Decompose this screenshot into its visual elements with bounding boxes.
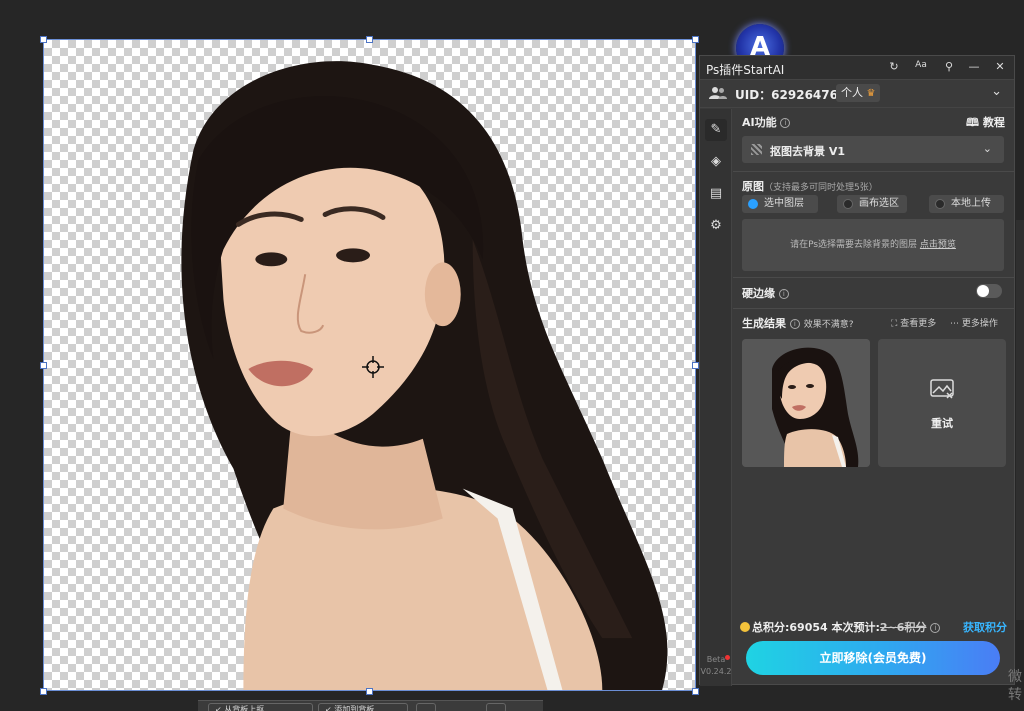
uid-text: UID：629264764 (735, 88, 847, 102)
update-dot-icon (725, 655, 730, 660)
divider (733, 171, 1014, 172)
estimate-value: 2~6积分 (879, 621, 927, 634)
source-row: 原图（支持最多可同时处理5张） (742, 178, 878, 194)
view-more-link[interactable]: ⛶ 查看更多 (891, 316, 936, 329)
source-option-canvas-selection[interactable]: 画布选区 (837, 195, 907, 213)
source-option-label: 本地上传 (951, 198, 991, 209)
results-feedback[interactable]: 效果不满意? (804, 320, 854, 330)
transform-handle-bm[interactable] (366, 688, 373, 695)
edit-icon[interactable]: ✎ (705, 119, 727, 141)
result-thumbnail[interactable] (742, 339, 870, 467)
transform-handle-br[interactable] (692, 688, 699, 695)
contextual-task-bar: ↙ 从背板上抠 ↙ 添加到背板 (198, 700, 543, 711)
account-type-badge[interactable]: 个人 ♛ (836, 84, 881, 102)
ellipsis-icon: ⋯ (950, 319, 959, 329)
crown-icon: ♛ (866, 88, 876, 99)
transform-handle-tm[interactable] (366, 36, 373, 43)
info-icon[interactable]: i (778, 289, 789, 299)
ai-function-label: AI功能 (742, 116, 777, 129)
radio-checked-icon (748, 199, 758, 209)
info-icon[interactable]: i (930, 623, 941, 633)
close-icon[interactable]: ✕ (992, 60, 1008, 73)
hard-edge-label: 硬边缘 (742, 287, 775, 300)
info-icon[interactable]: i (789, 319, 800, 329)
source-option-local-upload[interactable]: 本地上传 (929, 195, 1004, 213)
coin-icon (740, 622, 750, 632)
document-canvas[interactable] (43, 39, 696, 691)
radio-icon (935, 199, 945, 209)
source-option-selected-layer[interactable]: 选中图层 (742, 195, 818, 213)
chevron-down-icon[interactable]: ⌄ (991, 84, 1002, 99)
total-points: 总积分:69054 (752, 621, 828, 634)
divider (733, 308, 1014, 309)
source-hint-box: 请在Ps选择需要去除背景的图层 点击预览 (742, 219, 1004, 271)
context-button-2[interactable]: ↙ 添加到背板 (318, 703, 408, 711)
context-button-4[interactable] (486, 703, 506, 711)
results-label: 生成结果 (742, 317, 786, 330)
divider (733, 277, 1014, 278)
account-type-label: 个人 (841, 86, 863, 99)
font-size-icon[interactable]: Aa (913, 60, 929, 70)
function-select-value: 抠图去背景 V1 (770, 145, 845, 158)
tutorial-label: 教程 (982, 116, 1005, 129)
settings-gear-icon[interactable]: ⚙ (705, 215, 727, 237)
view-more-label: 查看更多 (900, 319, 937, 329)
chevron-down-icon: ⌄ (982, 142, 992, 155)
refresh-icon[interactable]: ↻ (886, 60, 902, 73)
panel-title: Ps插件StartAI (706, 63, 785, 77)
transform-handle-tr[interactable] (692, 36, 699, 43)
users-icon (709, 87, 727, 99)
remove-now-button[interactable]: 立即移除(会员免费) (746, 641, 1000, 675)
preview-link[interactable]: 点击预览 (920, 240, 956, 250)
radio-icon (843, 199, 853, 209)
retry-label: 重试 (931, 417, 953, 430)
source-option-label: 选中图层 (764, 198, 804, 209)
source-note: （支持最多可同时处理5张） (764, 183, 878, 193)
uid-bar: UID：629264764 个人 ♛ ⌄ (700, 80, 1014, 108)
cutout-pattern-icon (751, 144, 762, 155)
estimate-label: 本次预计: (831, 621, 880, 634)
pin-icon[interactable]: ⚲ (941, 60, 957, 73)
more-actions-label: 更多操作 (961, 319, 998, 329)
panel-titlebar: Ps插件StartAI ↻ Aa ⚲ — ✕ (700, 56, 1014, 80)
document-icon[interactable]: ▤ (705, 183, 727, 205)
get-points-link[interactable]: 获取积分 (963, 619, 1007, 635)
image-retry-icon (930, 379, 954, 399)
context-button-1[interactable]: ↙ 从背板上抠 (208, 703, 313, 711)
result-portrait-image (742, 339, 870, 467)
transform-handle-tl[interactable] (40, 36, 47, 43)
layers-icon[interactable]: ◈ (705, 151, 727, 173)
transform-handle-mr[interactable] (692, 362, 699, 369)
tutorial-link[interactable]: 🕮 教程 (966, 114, 1005, 133)
startai-panel: Ps插件StartAI ↻ Aa ⚲ — ✕ UID：629264764 个人 … (699, 55, 1015, 686)
source-label: 原图 (742, 180, 764, 193)
version-number: V0.24.2 (700, 667, 732, 676)
transform-handle-bl[interactable] (40, 688, 47, 695)
hard-edge-toggle[interactable] (976, 284, 1002, 298)
book-icon: 🕮 (966, 116, 979, 129)
retry-card[interactable]: 重试 (878, 339, 1006, 467)
scrollbar-track[interactable] (1016, 220, 1024, 620)
points-row: 总积分:69054 本次预计:2~6积分 i (740, 619, 941, 635)
minimize-icon[interactable]: — (966, 60, 982, 73)
hard-edge-row: 硬边缘 i (742, 285, 789, 301)
context-button-3[interactable] (416, 703, 436, 711)
ai-function-row: AI功能 i (742, 114, 791, 130)
info-icon[interactable]: i (780, 118, 791, 128)
transform-handle-ml[interactable] (40, 362, 47, 369)
hint-text: 请在Ps选择需要去除背景的图层 (790, 240, 918, 250)
watermark-text: 微转 (1008, 669, 1022, 703)
more-actions-link[interactable]: ⋯ 更多操作 (950, 316, 998, 329)
gallery-icon: ⛶ (891, 319, 898, 329)
function-select[interactable]: 抠图去背景 V1 ⌄ (742, 136, 1004, 163)
source-option-label: 画布选区 (859, 198, 899, 209)
left-rail: ✎ ◈ ▤ ⚙ Beta V0.24.2 (700, 109, 732, 686)
crosshair-cursor-icon (362, 356, 384, 378)
toggle-knob (977, 285, 989, 297)
results-row: 生成结果 i 效果不满意? (742, 315, 853, 331)
